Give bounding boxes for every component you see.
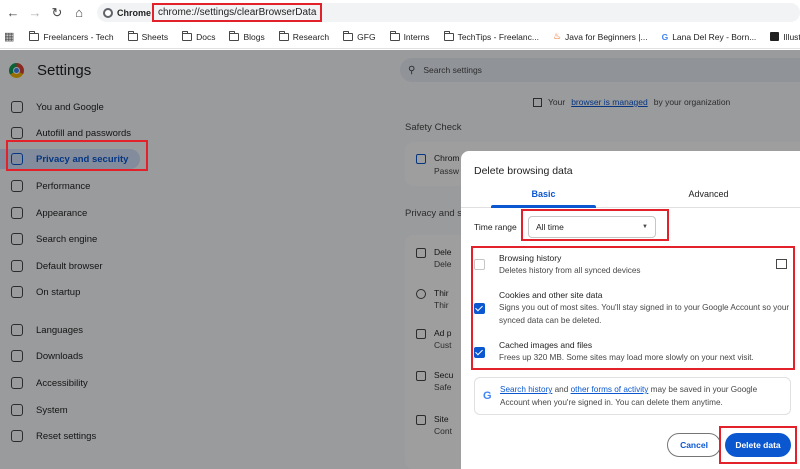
home-icon[interactable]: ⌂ xyxy=(68,2,90,24)
apps-grid-icon[interactable]: ▦ xyxy=(4,30,14,43)
bookmark-item[interactable]: Sheets xyxy=(121,30,175,42)
delete-browsing-data-dialog: Delete browsing data Basic Advanced Time… xyxy=(461,151,800,469)
bookmark-item[interactable]: G Lana Del Rey - Born... xyxy=(655,32,764,42)
other-activity-link[interactable]: other forms of activity xyxy=(571,385,649,394)
google-icon: G xyxy=(661,31,669,42)
bookmark-item[interactable]: ♨ Java for Beginners |... xyxy=(546,31,655,42)
forward-icon[interactable]: → xyxy=(24,2,46,24)
chrome-chip[interactable]: Chrome xyxy=(103,7,152,18)
folder-icon xyxy=(127,30,138,41)
bookmark-item[interactable]: Freelancers - Tech xyxy=(22,30,120,42)
bookmark-item[interactable]: TechTips - Freelanc... xyxy=(437,30,546,42)
folder-icon xyxy=(29,30,40,41)
reload-icon[interactable]: ↻ xyxy=(46,2,68,24)
folder-icon xyxy=(343,30,354,41)
chrome-chip-label: Chrome xyxy=(117,7,152,18)
folder-icon xyxy=(229,30,240,41)
bookmark-label: TechTips - Freelanc... xyxy=(457,31,539,42)
bookmark-item[interactable]: Research xyxy=(272,30,336,42)
bookmark-item[interactable]: Illustration xyxy=(763,32,800,42)
url-text[interactable]: chrome://settings/clearBrowserData xyxy=(152,3,323,22)
bookmark-item[interactable]: Interns xyxy=(383,30,437,42)
tab-advanced[interactable]: Advanced xyxy=(626,189,791,207)
folder-icon xyxy=(182,30,193,41)
privacy-highlight-box xyxy=(6,140,148,171)
bookmark-label: Research xyxy=(292,31,330,42)
options-highlight-box xyxy=(471,246,795,370)
bookmark-label: Java for Beginners |... xyxy=(565,31,648,42)
cancel-button[interactable]: Cancel xyxy=(667,433,721,457)
bookmark-label: Lana Del Rey - Born... xyxy=(672,31,757,42)
bookmark-item[interactable]: Blogs xyxy=(222,30,271,42)
time-range-label: Time range xyxy=(474,222,517,232)
bookmark-label: Docs xyxy=(196,31,216,42)
folder-icon xyxy=(443,30,454,41)
activity-info-box: G Search history and other forms of acti… xyxy=(474,377,791,415)
info-mid: and xyxy=(554,385,569,394)
address-bar[interactable]: Chrome chrome://settings/clearBrowserDat… xyxy=(97,3,800,22)
google-icon: G xyxy=(483,390,492,402)
bookmark-item[interactable]: GFG xyxy=(336,30,382,42)
info-text: Search history and other forms of activi… xyxy=(500,383,785,409)
bookmark-label: Freelancers - Tech xyxy=(43,31,114,42)
bookmark-label: Illustration xyxy=(783,31,800,42)
bookmark-label: Sheets xyxy=(141,31,169,42)
site-icon: ♨ xyxy=(552,31,562,41)
bookmark-label: GFG xyxy=(357,31,376,42)
bookmark-item[interactable]: Docs xyxy=(175,30,222,42)
tab-indicator xyxy=(491,205,596,208)
bookmark-label: Blogs xyxy=(243,31,265,42)
dialog-title: Delete browsing data xyxy=(474,165,573,177)
delete-highlight-box xyxy=(719,426,797,464)
chrome-icon xyxy=(103,7,113,18)
time-range-highlight-box xyxy=(521,209,669,241)
search-history-link[interactable]: Search history xyxy=(500,385,552,394)
site-icon xyxy=(770,32,780,41)
bookmarks-bar: ▦ Freelancers - Tech Sheets Docs Blogs R… xyxy=(0,25,800,49)
back-icon[interactable]: ← xyxy=(2,2,24,24)
folder-icon xyxy=(278,30,289,41)
browser-toolbar: ← → ↻ ⌂ Chrome chrome://settings/clearBr… xyxy=(0,0,800,25)
bookmark-label: Interns xyxy=(403,31,430,42)
folder-icon xyxy=(389,30,400,41)
